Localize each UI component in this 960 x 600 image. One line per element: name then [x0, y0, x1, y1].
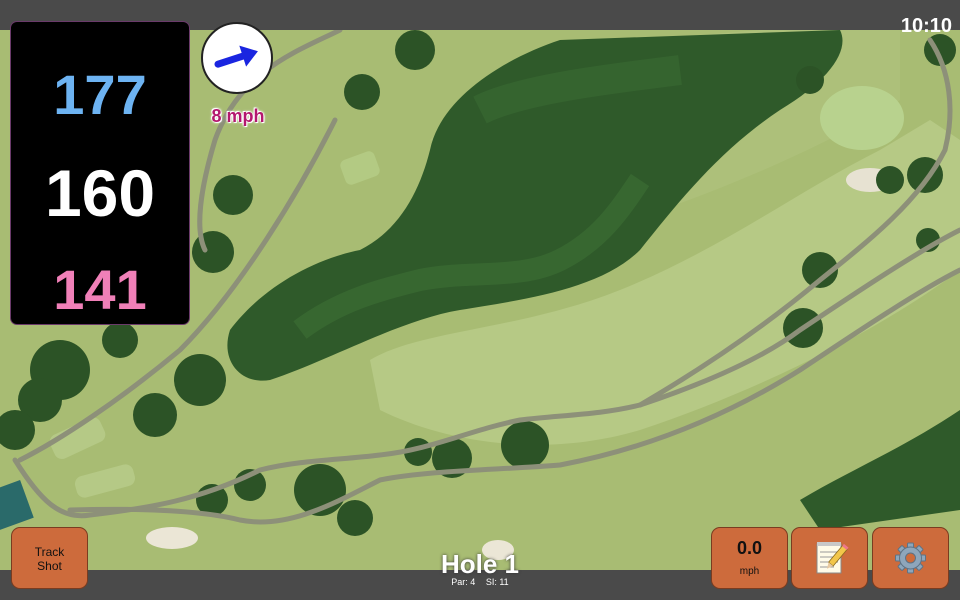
track-shot-label-2: Shot [37, 559, 62, 573]
speed-value: 0.0 [736, 538, 763, 558]
notes-button[interactable] [792, 528, 867, 588]
arrow-right-icon [214, 45, 258, 68]
settings-button[interactable] [873, 528, 948, 588]
hole-info: Par: 4 SI: 11 [380, 577, 580, 587]
speed-button[interactable]: 0.0 mph [712, 528, 787, 588]
wind-speed: 8 mph [211, 106, 265, 126]
gear-icon [895, 542, 926, 574]
track-shot-button[interactable]: Track Shot [12, 528, 87, 588]
clock: 10:10 [900, 15, 952, 37]
hole-par: Par: 4 [451, 577, 476, 587]
speed-unit: mph [739, 566, 760, 577]
distance-panel: 177 160 141 [11, 22, 189, 324]
hole-si: SI: 11 [485, 577, 509, 587]
notepad-icon [816, 542, 849, 574]
hole-title: Hole 1 [440, 549, 520, 579]
distance-front: 141 [53, 258, 147, 321]
track-shot-label-1: Track [34, 545, 65, 559]
wind-indicator [201, 22, 273, 94]
distance-middle: 160 [44, 156, 156, 230]
distance-back: 177 [53, 63, 147, 126]
